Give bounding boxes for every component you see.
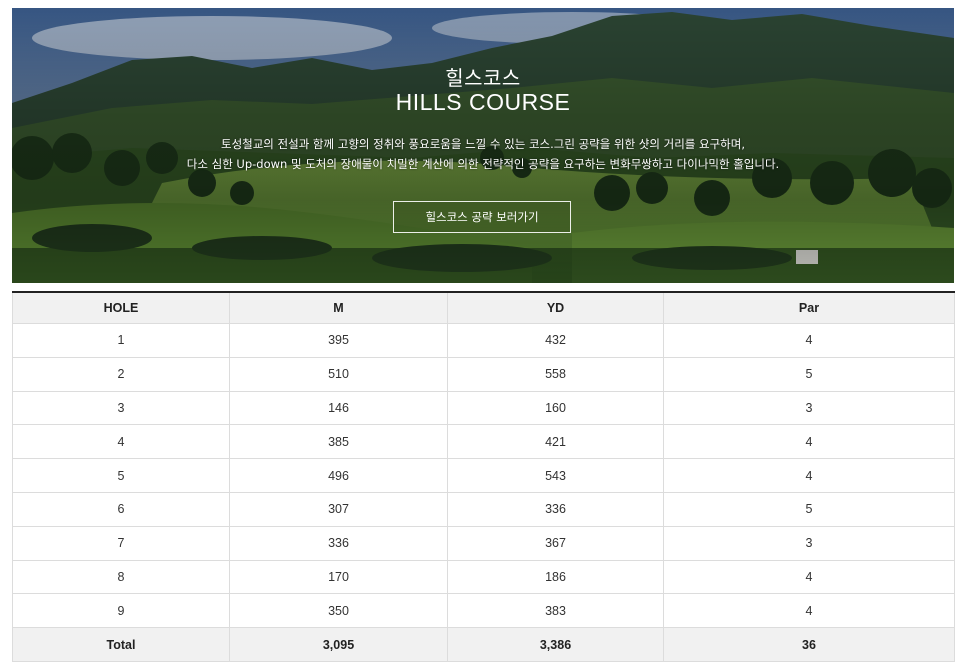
table-row: 9 350 383 4 <box>12 593 955 629</box>
table-row: 6 307 336 5 <box>12 491 955 527</box>
cell-meters: 510 <box>229 356 448 392</box>
table-row: 3 146 160 3 <box>12 390 955 426</box>
table-total-row: Total 3,095 3,386 36 <box>12 627 955 662</box>
cell-hole: 4 <box>12 424 230 460</box>
cell-hole: 2 <box>12 356 230 392</box>
cell-yards: 432 <box>447 323 664 358</box>
cell-meters: 350 <box>229 593 448 629</box>
cell-par: 4 <box>663 458 955 493</box>
cell-par: 3 <box>663 390 955 426</box>
course-title-english: HILLS COURSE <box>395 89 571 115</box>
course-description-line-2: 다소 심한 Up-down 및 도처의 장애물이 치밀한 계산에 의한 전략적인… <box>186 157 780 171</box>
cell-meters: 385 <box>229 424 448 460</box>
table-row: 7 336 367 3 <box>12 525 955 561</box>
cell-hole: 3 <box>12 390 230 426</box>
table-row: 5 496 543 4 <box>12 458 955 493</box>
scorecard-table-container: HOLE M YD Par 1 395 432 4 2 510 558 5 3 … <box>12 291 955 662</box>
cell-yards: 186 <box>447 559 664 595</box>
cell-par: 5 <box>663 356 955 392</box>
cell-yards: 558 <box>447 356 664 392</box>
cell-par: 4 <box>663 559 955 595</box>
cell-yards: 367 <box>447 525 664 561</box>
total-par: 36 <box>663 627 955 662</box>
total-meters: 3,095 <box>229 627 448 662</box>
header-meters: M <box>229 292 448 324</box>
hero-banner: 힐스코스 HILLS COURSE 토성철교의 전설과 함께 고향의 정취와 풍… <box>12 8 954 283</box>
table-row: 8 170 186 4 <box>12 559 955 595</box>
course-description-line-1: 토성철교의 전설과 함께 고향의 정취와 풍요로움을 느낄 수 있는 코스.그린… <box>220 137 745 151</box>
cell-meters: 496 <box>229 458 448 493</box>
cell-hole: 5 <box>12 458 230 493</box>
table-row: 1 395 432 4 <box>12 323 955 358</box>
header-par: Par <box>663 292 955 324</box>
cell-par: 5 <box>663 491 955 527</box>
cell-yards: 383 <box>447 593 664 629</box>
table-header-row: HOLE M YD Par <box>12 292 955 324</box>
cell-yards: 543 <box>447 458 664 493</box>
cell-hole: 8 <box>12 559 230 595</box>
cell-yards: 160 <box>447 390 664 426</box>
cell-hole: 7 <box>12 525 230 561</box>
cell-par: 4 <box>663 593 955 629</box>
cell-meters: 170 <box>229 559 448 595</box>
table-row: 4 385 421 4 <box>12 424 955 460</box>
header-hole: HOLE <box>12 292 230 324</box>
table-row: 2 510 558 5 <box>12 356 955 392</box>
cell-meters: 336 <box>229 525 448 561</box>
cell-hole: 9 <box>12 593 230 629</box>
course-description: 토성철교의 전설과 함께 고향의 정취와 풍요로움을 느낄 수 있는 코스.그린… <box>12 134 954 174</box>
cell-hole: 1 <box>12 323 230 358</box>
cell-par: 4 <box>663 424 955 460</box>
cell-meters: 395 <box>229 323 448 358</box>
cell-yards: 336 <box>447 491 664 527</box>
total-label: Total <box>12 627 230 662</box>
cell-meters: 307 <box>229 491 448 527</box>
cell-meters: 146 <box>229 390 448 426</box>
header-yards: YD <box>447 292 664 324</box>
total-yards: 3,386 <box>447 627 664 662</box>
cell-yards: 421 <box>447 424 664 460</box>
cell-par: 3 <box>663 525 955 561</box>
scorecard-table: HOLE M YD Par 1 395 432 4 2 510 558 5 3 … <box>12 291 955 662</box>
cell-hole: 6 <box>12 491 230 527</box>
cell-par: 4 <box>663 323 955 358</box>
course-title-korean: 힐스코스 <box>445 66 521 90</box>
view-course-strategy-button[interactable]: 힐스코스 공략 보러가기 <box>393 201 571 233</box>
